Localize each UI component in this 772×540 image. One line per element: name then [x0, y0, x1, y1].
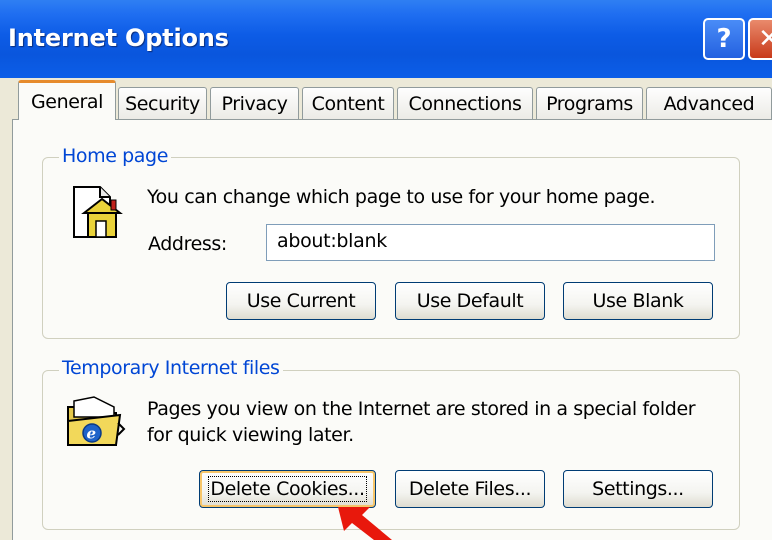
temp-files-description-line2: for quick viewing later.	[147, 424, 354, 446]
use-default-button[interactable]: Use Default	[395, 282, 545, 320]
tab-general[interactable]: General	[18, 80, 116, 120]
temp-files-legend: Temporary Internet files	[59, 357, 283, 379]
home-page-legend: Home page	[59, 145, 172, 167]
use-current-button[interactable]: Use Current	[226, 282, 376, 320]
tab-advanced[interactable]: Advanced	[646, 87, 772, 119]
delete-cookies-button[interactable]: Delete Cookies...	[199, 470, 376, 508]
delete-cookies-label: Delete Cookies...	[208, 476, 367, 502]
tab-privacy[interactable]: Privacy	[210, 87, 299, 119]
address-field[interactable]: about:blank	[266, 224, 715, 261]
close-button[interactable]: ✕	[748, 18, 772, 60]
window-title: Internet Options	[8, 24, 229, 52]
delete-files-button[interactable]: Delete Files...	[395, 470, 545, 508]
temp-files-folder-icon: e	[67, 396, 126, 446]
home-page-icon	[73, 186, 123, 238]
settings-button[interactable]: Settings...	[563, 470, 713, 508]
home-page-description: You can change which page to use for you…	[147, 186, 656, 208]
pointer-arrow-icon	[338, 507, 392, 540]
use-blank-button[interactable]: Use Blank	[563, 282, 713, 320]
svg-text:e: e	[87, 425, 97, 443]
address-label: Address:	[148, 233, 227, 255]
tab-connections[interactable]: Connections	[397, 87, 533, 119]
tab-content[interactable]: Content	[302, 87, 394, 119]
help-button[interactable]: ?	[703, 18, 745, 60]
tab-programs[interactable]: Programs	[536, 87, 643, 119]
temp-files-description-line1: Pages you view on the Internet are store…	[147, 398, 696, 420]
tab-security[interactable]: Security	[118, 87, 207, 119]
